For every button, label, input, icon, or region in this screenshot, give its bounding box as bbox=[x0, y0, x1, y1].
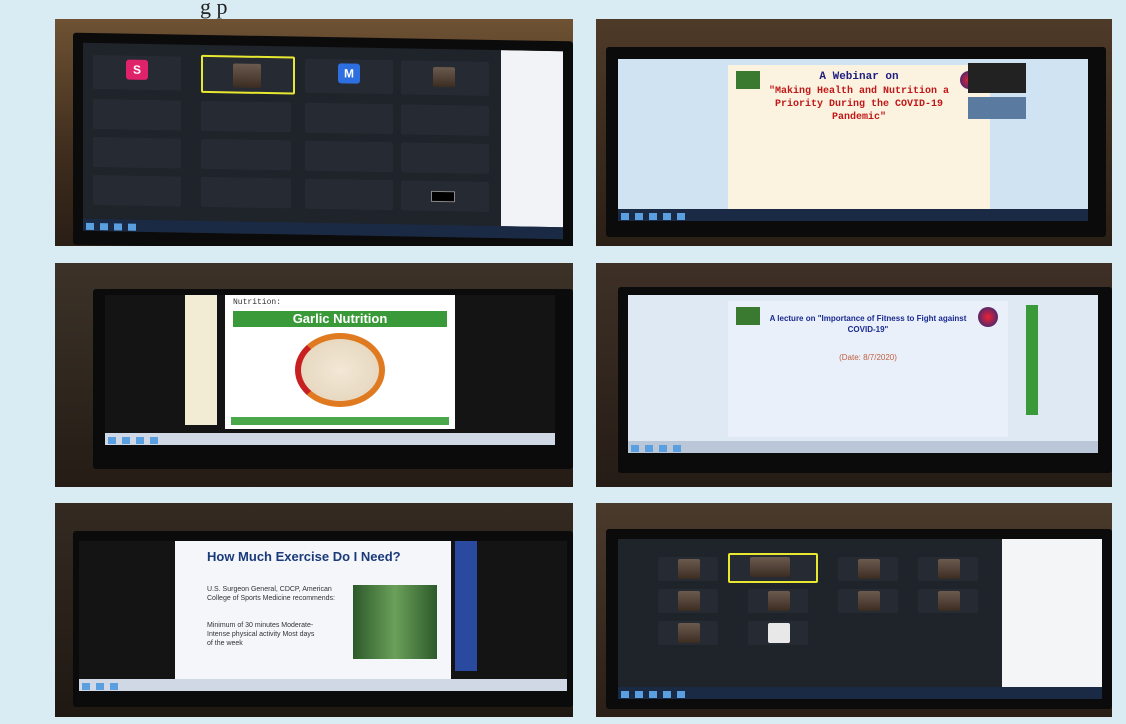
slide-title: A lecture on "Importance of Fitness to F… bbox=[769, 314, 967, 334]
taskbar bbox=[105, 433, 555, 445]
taskbar bbox=[79, 679, 567, 691]
participant-tile bbox=[201, 138, 291, 171]
slide: Nutrition: Garlic Nutrition bbox=[225, 295, 455, 429]
presenter-info bbox=[788, 157, 970, 197]
screen: How Much Exercise Do I Need? U.S. Surgeo… bbox=[79, 541, 567, 691]
participant-video bbox=[858, 559, 880, 579]
screen: Nutrition: Garlic Nutrition bbox=[105, 295, 555, 445]
participants-panel bbox=[1002, 539, 1102, 689]
footer-bar bbox=[231, 417, 449, 425]
participant-video bbox=[768, 623, 790, 643]
slide-label: Nutrition: bbox=[233, 298, 282, 307]
chat-panel bbox=[501, 50, 563, 228]
screen: A lecture on "Importance of Fitness to F… bbox=[628, 295, 1098, 453]
photo-webinar-slide: A Webinar on "Making Health and Nutritio… bbox=[596, 19, 1112, 246]
side-strip bbox=[185, 295, 217, 425]
taskbar bbox=[83, 218, 563, 240]
side-strip bbox=[455, 541, 477, 671]
participant-tile bbox=[838, 557, 898, 581]
participant-video bbox=[233, 63, 261, 88]
participant-tile bbox=[401, 142, 489, 174]
participant-tile bbox=[401, 104, 489, 136]
video-thumb bbox=[968, 97, 1026, 119]
monitor-bezel: A lecture on "Importance of Fitness to F… bbox=[618, 287, 1112, 473]
slide: A lecture on "Importance of Fitness to F… bbox=[728, 301, 1008, 437]
zoom-window bbox=[618, 539, 1102, 699]
participant-tile bbox=[201, 176, 291, 209]
photo-fitness-lecture: A lecture on "Importance of Fitness to F… bbox=[596, 263, 1112, 487]
taskbar bbox=[618, 209, 1088, 221]
exercise-photo bbox=[353, 585, 437, 659]
photo-student-gallery bbox=[596, 503, 1112, 717]
taskbar bbox=[628, 441, 1098, 453]
slide-body: Minimum of 30 minutes Moderate-Intense p… bbox=[207, 622, 315, 647]
scroll-bar bbox=[1026, 305, 1038, 415]
zoom-window: S M bbox=[83, 42, 563, 240]
participant-tile bbox=[748, 621, 808, 645]
participant-tile bbox=[918, 557, 978, 581]
monitor-bezel bbox=[606, 529, 1112, 709]
photo-exercise-slide: How Much Exercise Do I Need? U.S. Surgeo… bbox=[55, 503, 573, 717]
participant-tile bbox=[838, 589, 898, 613]
screen: A Webinar on "Making Health and Nutritio… bbox=[618, 59, 1088, 221]
slide-title: How Much Exercise Do I Need? bbox=[207, 549, 401, 564]
participant-video bbox=[768, 591, 790, 611]
monitor-bezel: A Webinar on "Making Health and Nutritio… bbox=[606, 47, 1106, 237]
participant-tile bbox=[658, 589, 718, 613]
avatar: M bbox=[338, 63, 360, 84]
participant-tile bbox=[658, 621, 718, 645]
active-speaker-tile bbox=[728, 553, 818, 583]
participant-tile bbox=[401, 60, 489, 96]
participant-tile bbox=[93, 98, 181, 131]
monitor-bezel: How Much Exercise Do I Need? U.S. Surgeo… bbox=[73, 531, 573, 707]
participant-tile bbox=[658, 557, 718, 581]
monitor-bezel: S M bbox=[73, 32, 573, 246]
video-thumb bbox=[968, 63, 1026, 93]
slide-heading: A Webinar on bbox=[819, 71, 899, 83]
emblem bbox=[978, 307, 998, 327]
avatar: S bbox=[126, 59, 148, 80]
participant-tile bbox=[748, 589, 808, 613]
slide: A Webinar on "Making Health and Nutritio… bbox=[728, 65, 990, 209]
monitor-bezel: Nutrition: Garlic Nutrition bbox=[93, 289, 573, 469]
participant-tile bbox=[93, 174, 181, 207]
active-speaker-tile bbox=[201, 54, 295, 95]
participant-video bbox=[678, 559, 700, 579]
cropped-caption-text: g p bbox=[200, 0, 228, 19]
participant-video bbox=[750, 557, 790, 577]
participant-tile bbox=[305, 140, 393, 173]
garlic-infographic bbox=[295, 333, 385, 407]
participant-video bbox=[858, 591, 880, 611]
participant-tile bbox=[305, 178, 393, 211]
participant-tile bbox=[93, 136, 181, 169]
slide-title: "Making Health and Nutrition a Priority … bbox=[768, 86, 950, 123]
participant-video bbox=[433, 66, 455, 88]
participant-tile bbox=[401, 180, 489, 212]
logo bbox=[736, 307, 760, 325]
participant-video bbox=[938, 559, 960, 579]
participant-tile bbox=[201, 100, 291, 133]
slide: How Much Exercise Do I Need? U.S. Surgeo… bbox=[175, 541, 451, 679]
participant-tile bbox=[305, 102, 393, 135]
slide-date: (Date: 8/7/2020) bbox=[839, 353, 897, 362]
participant-tile bbox=[918, 589, 978, 613]
participant-video bbox=[678, 623, 700, 643]
participant-tile: S bbox=[93, 54, 181, 91]
participant-video bbox=[678, 591, 700, 611]
participant-tile: M bbox=[305, 58, 393, 95]
slide-body: U.S. Surgeon General, CDCP, American Col… bbox=[207, 586, 336, 602]
photo-garlic-slide: Nutrition: Garlic Nutrition bbox=[55, 263, 573, 487]
participant-video bbox=[938, 591, 960, 611]
slide-title: Garlic Nutrition bbox=[233, 311, 447, 327]
taskbar bbox=[618, 687, 1102, 699]
photo-zoom-gallery: S M bbox=[55, 19, 573, 246]
